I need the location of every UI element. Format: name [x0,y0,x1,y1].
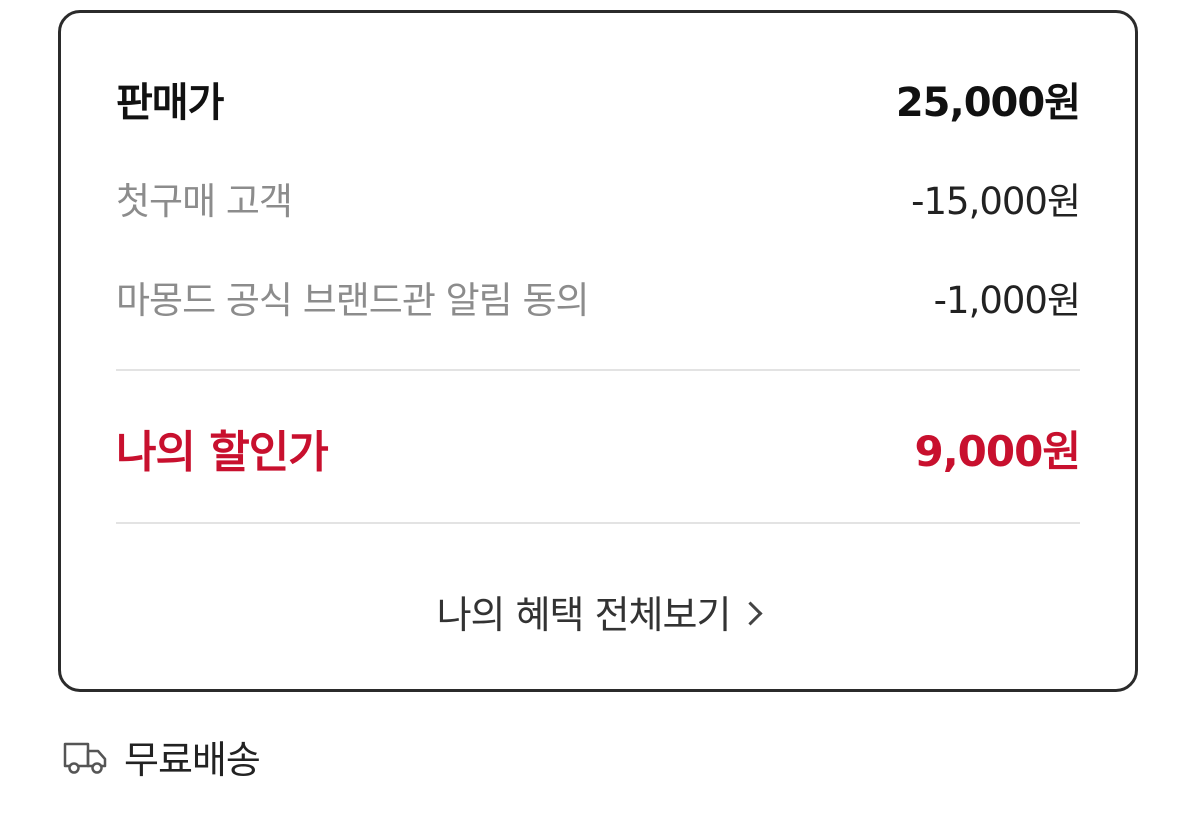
truck-icon [63,742,107,774]
sale-price-label: 판매가 [116,80,224,126]
view-all-benefits-link[interactable]: 나의 혜택 전체보기 [61,581,1135,641]
discount-row-first-purchase: 첫구매 고객 -15,000원 [116,170,1081,226]
discount-label: 마몽드 공식 브랜드관 알림 동의 [116,279,590,322]
final-price-row: 나의 할인가 9,000원 [116,416,1081,480]
price-summary-card: 판매가 25,000원 첫구매 고객 -15,000원 마몽드 공식 브랜드관 … [58,10,1138,692]
divider [116,522,1080,524]
sale-price-row: 판매가 25,000원 [116,71,1081,127]
shipping-label: 무료배송 [124,737,261,782]
divider [116,369,1080,371]
view-all-benefits-label: 나의 혜택 전체보기 [436,592,732,637]
discount-value: -15,000원 [911,180,1081,223]
discount-value: -1,000원 [933,279,1081,322]
sale-price-value: 25,000원 [895,80,1081,126]
discount-label: 첫구매 고객 [116,180,293,223]
final-price-value: 9,000원 [914,426,1081,476]
chevron-right-icon [738,600,763,626]
discount-row-brand-notification: 마몽드 공식 브랜드관 알림 동의 -1,000원 [116,269,1081,325]
final-price-label: 나의 할인가 [116,427,329,478]
shipping-info: 무료배송 [62,726,261,786]
